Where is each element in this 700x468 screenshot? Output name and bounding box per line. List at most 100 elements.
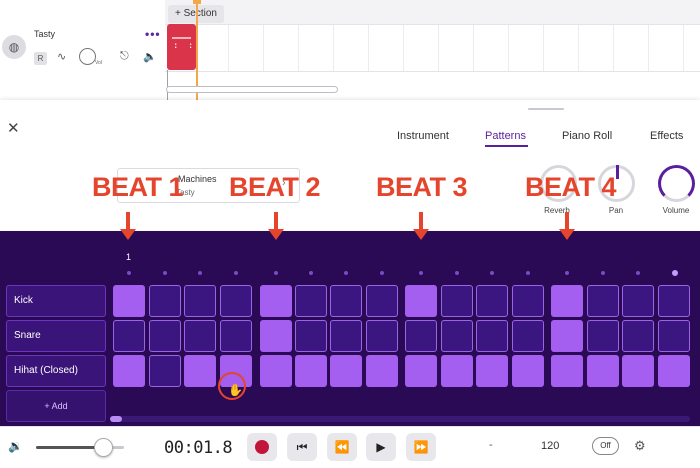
sequencer-scrollbar[interactable]: [110, 416, 690, 422]
step-pad[interactable]: [658, 285, 690, 317]
step-dot: [490, 271, 494, 275]
step-pad[interactable]: [476, 320, 508, 352]
step-pad[interactable]: [441, 355, 473, 387]
metronome-toggle[interactable]: Off: [592, 437, 619, 455]
step-pad[interactable]: [512, 320, 544, 352]
step-pad[interactable]: [295, 355, 327, 387]
tab-instrument[interactable]: Instrument: [397, 130, 449, 142]
beat-1-annotation: BEAT 1: [92, 172, 184, 202]
volume-knob[interactable]: [658, 165, 695, 202]
step-pad[interactable]: [366, 285, 398, 317]
active-tab-indicator: [485, 145, 528, 147]
fast-forward-button[interactable]: ⏩: [406, 433, 436, 461]
grid-line: [508, 25, 509, 71]
step-pad[interactable]: [330, 355, 362, 387]
step-pad[interactable]: [149, 320, 181, 352]
step-pad[interactable]: [184, 320, 216, 352]
tab-piano-roll[interactable]: Piano Roll: [562, 130, 612, 142]
step-dot: [636, 271, 640, 275]
step-pad[interactable]: [658, 320, 690, 352]
step-dot: [198, 271, 202, 275]
tempo-value[interactable]: 120: [541, 440, 559, 452]
step-pad[interactable]: [184, 355, 216, 387]
step-pad[interactable]: [512, 355, 544, 387]
step-pad[interactable]: [113, 320, 145, 352]
grid-line: [648, 25, 649, 71]
step-pad[interactable]: [149, 355, 181, 387]
play-button[interactable]: ▶: [366, 433, 396, 461]
step-pad[interactable]: [113, 355, 145, 387]
step-pad[interactable]: [622, 355, 654, 387]
rewind-button[interactable]: ⏪: [327, 433, 357, 461]
step-pad[interactable]: [260, 285, 292, 317]
step-pad[interactable]: [441, 320, 473, 352]
row-label-hihat-closed[interactable]: Hihat (Closed): [6, 355, 106, 387]
horizontal-scrollbar[interactable]: [166, 86, 338, 93]
step-pad[interactable]: [551, 285, 583, 317]
step-pad[interactable]: [622, 285, 654, 317]
sequencer-scroll-thumb[interactable]: [110, 416, 122, 422]
tab-effects[interactable]: Effects: [650, 130, 683, 142]
step-pad[interactable]: [366, 320, 398, 352]
close-icon[interactable]: ✕: [7, 119, 20, 137]
step-pad[interactable]: [405, 355, 437, 387]
step-pad[interactable]: [587, 355, 619, 387]
step-pad[interactable]: [295, 320, 327, 352]
step-pad[interactable]: [551, 320, 583, 352]
track-volume-knob[interactable]: [79, 48, 96, 65]
step-pad[interactable]: [476, 355, 508, 387]
instrument-type: Machines: [178, 174, 217, 184]
step-pad[interactable]: [220, 285, 252, 317]
track-name[interactable]: Tasty: [34, 29, 55, 39]
panel-drag-handle[interactable]: [528, 108, 564, 110]
tempo-decrease[interactable]: -: [489, 439, 493, 451]
step-pad[interactable]: [330, 285, 362, 317]
step-pad[interactable]: [260, 355, 292, 387]
grid-line: [578, 25, 579, 71]
step-pad[interactable]: [260, 320, 292, 352]
step-pad[interactable]: [658, 355, 690, 387]
skip-to-start-button[interactable]: ⏮: [287, 433, 317, 461]
step-pad[interactable]: [512, 285, 544, 317]
step-pad[interactable]: [184, 285, 216, 317]
step-pad[interactable]: [405, 285, 437, 317]
step-pad[interactable]: [330, 320, 362, 352]
record-button[interactable]: [247, 433, 277, 461]
row-label-snare[interactable]: Snare: [6, 320, 106, 352]
timeline-ruler[interactable]: [165, 0, 700, 24]
headphones-icon[interactable]: ⎋: [120, 50, 129, 63]
drum-icon[interactable]: ◍: [2, 35, 26, 59]
beat-2-annotation: BEAT 2: [229, 172, 321, 202]
step-pad[interactable]: [149, 285, 181, 317]
tab-patterns[interactable]: Patterns: [485, 130, 526, 142]
track-lane[interactable]: [165, 24, 700, 72]
time-display: 00:01.8: [164, 438, 233, 458]
step-pad[interactable]: [622, 320, 654, 352]
master-volume-fill: [36, 446, 103, 449]
beat-4-annotation: BEAT 4: [525, 172, 617, 202]
mute-icon[interactable]: 🔈: [143, 50, 157, 63]
pattern-clip[interactable]: : :: [167, 24, 196, 70]
step-pad[interactable]: [587, 320, 619, 352]
step-pad[interactable]: [220, 320, 252, 352]
speaker-icon[interactable]: 🔉: [8, 439, 23, 453]
record-arm-button[interactable]: R: [34, 52, 47, 65]
step-pad[interactable]: [551, 355, 583, 387]
add-instrument-button[interactable]: + Add: [6, 390, 106, 422]
current-step-number: 1: [126, 252, 132, 262]
track-more-button[interactable]: •••: [145, 27, 161, 41]
gear-icon[interactable]: ⚙: [634, 438, 646, 454]
step-pad[interactable]: [113, 285, 145, 317]
step-pad[interactable]: [587, 285, 619, 317]
step-pad[interactable]: [295, 285, 327, 317]
step-dot: [234, 271, 238, 275]
step-pad[interactable]: [441, 285, 473, 317]
row-label-kick[interactable]: Kick: [6, 285, 106, 317]
step-pad[interactable]: [476, 285, 508, 317]
automation-icon[interactable]: ∿: [57, 50, 66, 63]
grid-line: [228, 25, 229, 71]
step-pad[interactable]: [366, 355, 398, 387]
play-icon: ▶: [376, 440, 386, 454]
master-volume-thumb[interactable]: [94, 438, 113, 457]
step-pad[interactable]: [405, 320, 437, 352]
